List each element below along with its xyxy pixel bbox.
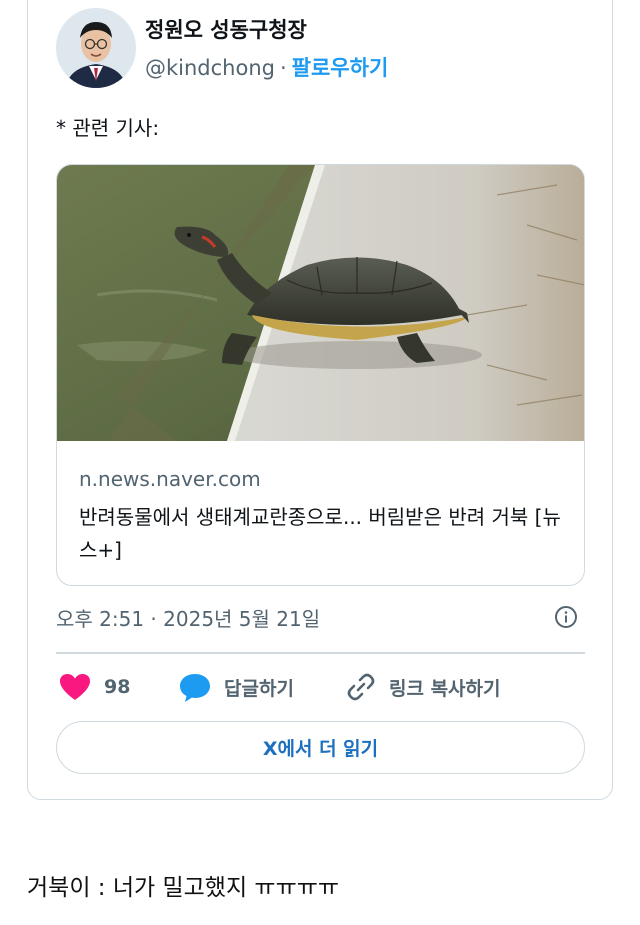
likes-count: 98 [104,676,131,698]
follow-button[interactable]: 팔로우하기 [292,56,389,80]
tweet-timestamp[interactable]: 오후 2:51 · 2025년 5월 21일 [56,603,320,632]
author-name[interactable]: 정원오 성동구청장 [145,14,307,44]
reply-label: 답글하기 [224,677,294,700]
read-more-button[interactable]: X에서 더 읽기 [56,721,585,774]
link-preview-card[interactable]: n.news.naver.com 반려동물에서 생태계교란종으로... 버림받은… [56,164,585,586]
copy-link-button[interactable]: 링크 복사하기 [345,670,501,704]
heart-icon [60,674,90,700]
link-icon [347,673,375,701]
avatar-photo [56,8,136,88]
info-icon[interactable] [554,605,578,629]
divider [56,652,585,654]
like-button[interactable]: 98 [58,670,130,704]
separator-dot: · [279,56,287,80]
reply-button[interactable]: 답글하기 [178,670,294,704]
handle-row: @kindchong · 팔로우하기 [145,52,388,82]
link-title: 반려동물에서 생태계교란종으로... 버림받은 반려 거북 [뉴스+] [79,505,561,562]
speech-bubble-icon [180,674,210,702]
copy-link-label: 링크 복사하기 [389,677,501,700]
link-domain: n.news.naver.com [79,467,261,491]
caption-text: 거북이 : 너가 밀고했지 ㅠㅠㅠㅠ [27,875,340,901]
avatar[interactable] [56,8,136,88]
tweet-text: * 관련 기사: [56,116,160,140]
author-handle[interactable]: @kindchong [145,56,275,80]
article-image-turtle [57,165,584,441]
